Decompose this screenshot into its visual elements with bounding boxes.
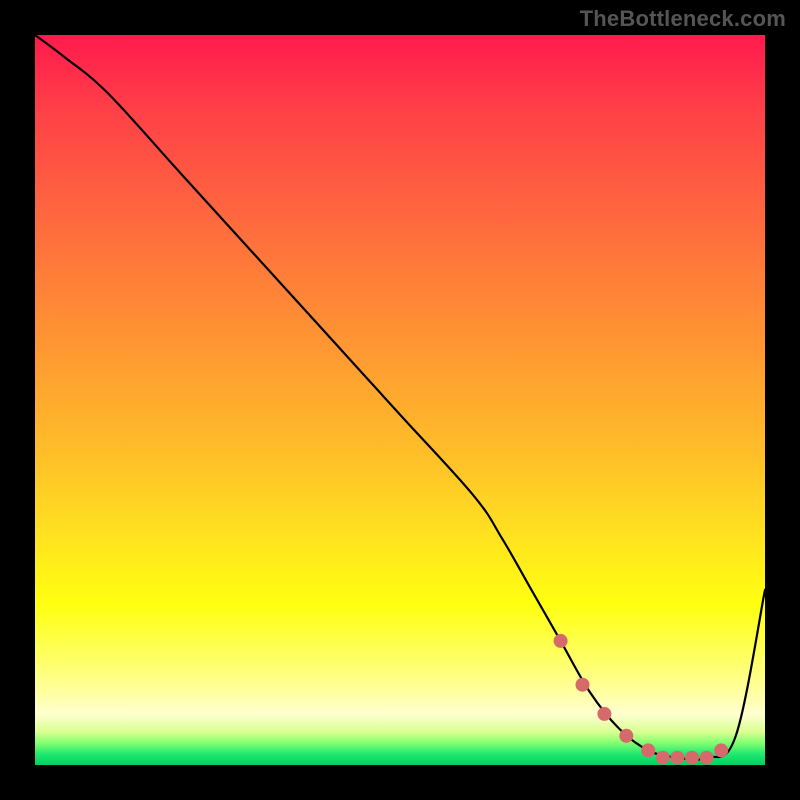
watermark-text: TheBottleneck.com — [580, 6, 786, 32]
curve-layer — [35, 35, 765, 765]
optimal-range-dot — [670, 751, 684, 765]
chart-stage: TheBottleneck.com — [0, 0, 800, 800]
optimal-range-dot — [714, 743, 728, 757]
optimal-range-dot — [641, 743, 655, 757]
optimal-range-dot — [619, 729, 633, 743]
optimal-range-dot — [576, 678, 590, 692]
optimal-range-dot — [554, 634, 568, 648]
plot-area — [35, 35, 765, 765]
optimal-range-dot — [597, 707, 611, 721]
optimal-range-dot — [685, 751, 699, 765]
bottleneck-curve-path — [35, 35, 765, 760]
optimal-range-dot — [656, 751, 670, 765]
optimal-range-dot — [700, 751, 714, 765]
